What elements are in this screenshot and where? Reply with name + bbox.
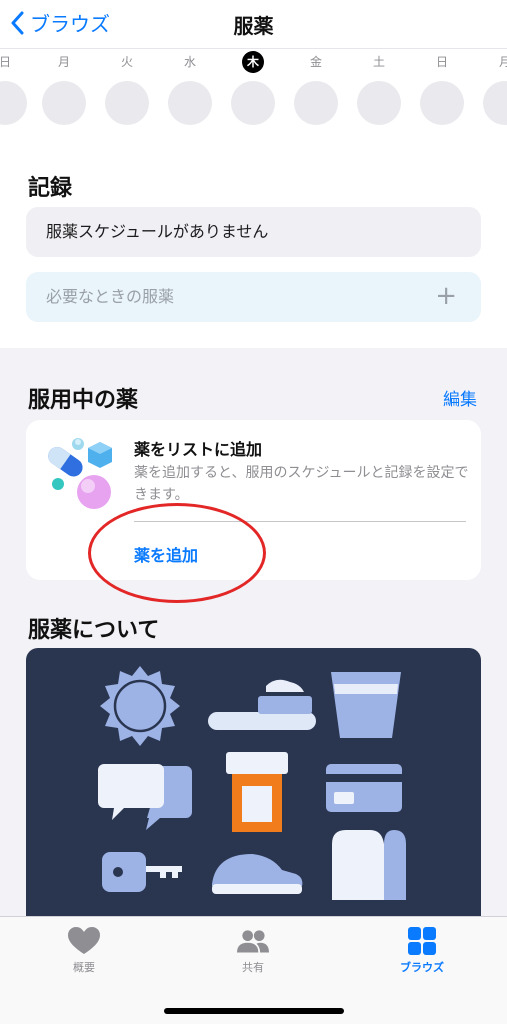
tab-label: 共有 <box>242 961 264 974</box>
day-label: 月 <box>482 51 507 73</box>
day-ring <box>420 81 464 125</box>
day-ring <box>231 81 275 125</box>
medication-illustration-icon <box>98 666 406 900</box>
day-item[interactable]: 日 <box>419 49 465 125</box>
as-needed-row[interactable]: 必要なときの服薬 + <box>26 272 481 322</box>
day-label-today: 木 <box>242 51 264 73</box>
tab-sharing[interactable]: 共有 <box>193 927 313 975</box>
tab-label: ブラウズ <box>400 961 444 974</box>
page-title: 服薬 <box>233 14 274 38</box>
day-item-today[interactable]: 木 <box>230 49 276 125</box>
people-icon <box>237 930 269 953</box>
day-label: 土 <box>372 55 385 69</box>
day-label: 日 <box>0 55 11 69</box>
day-label: 金 <box>309 55 322 69</box>
edit-button[interactable]: 編集 <box>443 385 477 410</box>
as-needed-label: 必要なときの服薬 <box>46 287 175 306</box>
log-section: 記録 服薬スケジュールがありません 必要なときの服薬 + <box>0 130 507 348</box>
no-schedule-row: 服薬スケジュールがありません <box>26 207 481 257</box>
tab-label: 概要 <box>73 961 95 974</box>
navigation-bar: ブラウズ 服薬 <box>0 0 507 48</box>
about-title: 服薬について <box>28 618 160 643</box>
home-indicator <box>164 1008 344 1014</box>
annotation-circle <box>88 503 266 603</box>
week-strip: 日 月 火 水 木 金 土 日 月 <box>0 48 507 130</box>
tab-browse[interactable]: ブラウズ <box>362 927 482 975</box>
day-item[interactable]: 水 <box>167 49 213 125</box>
day-item[interactable]: 金 <box>293 49 339 125</box>
day-label: 火 <box>120 55 133 69</box>
day-label: 日 <box>435 55 448 69</box>
tab-summary[interactable]: 概要 <box>24 927 144 975</box>
day-item[interactable]: 月 <box>41 49 87 125</box>
heart-icon <box>68 927 100 954</box>
about-illustration[interactable] <box>26 648 481 948</box>
day-ring <box>0 81 27 125</box>
log-title: 記録 <box>28 176 73 201</box>
day-ring <box>105 81 149 125</box>
day-item[interactable]: 火 <box>104 49 150 125</box>
day-item[interactable]: 月 <box>482 49 507 125</box>
meds-title: 服用中の薬 <box>28 388 139 413</box>
day-ring <box>294 81 338 125</box>
grid-icon <box>408 927 436 955</box>
plus-icon[interactable]: + <box>435 272 457 320</box>
day-ring <box>357 81 401 125</box>
day-label: 月 <box>57 55 70 69</box>
day-item[interactable]: 土 <box>356 49 402 125</box>
day-ring <box>42 81 86 125</box>
card-description: 薬を追加すると、服用のスケジュールと記録を設定できます。 <box>134 465 469 503</box>
day-label: 水 <box>183 55 196 69</box>
pills-illustration-icon <box>48 438 112 509</box>
day-ring <box>483 81 507 125</box>
day-ring <box>168 81 212 125</box>
card-title: 薬をリストに追加 <box>134 440 263 459</box>
day-item[interactable]: 日 <box>0 49 28 125</box>
